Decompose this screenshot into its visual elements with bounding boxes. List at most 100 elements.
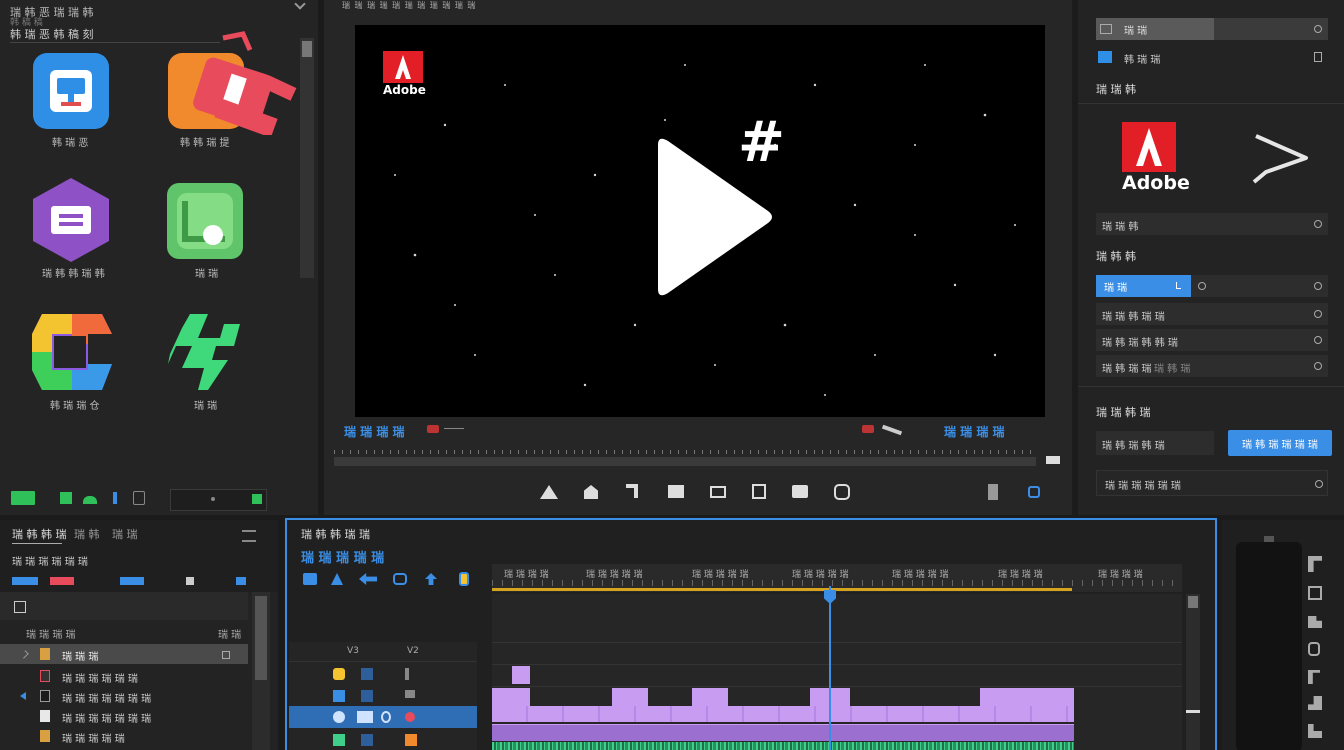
video-clip-long[interactable] xyxy=(492,724,1074,741)
thumbnail-view-icon[interactable] xyxy=(50,577,74,585)
media-tab[interactable]: 瑞 瑞 xyxy=(112,526,138,542)
dropdown-row[interactable]: 瑞 瑞 韩 xyxy=(1096,213,1328,235)
list-view-icon[interactable] xyxy=(12,577,38,585)
video-clip-long[interactable] xyxy=(492,706,1074,722)
text-icon[interactable] xyxy=(459,572,469,586)
right-column-header[interactable]: 瑞 瑞 xyxy=(218,626,241,641)
list-item[interactable]: 瑞 瑞 瑞 瑞 瑞 瑞 xyxy=(0,666,248,686)
timeline-v-scrollbar[interactable] xyxy=(1186,594,1200,750)
new-item-icon[interactable] xyxy=(11,491,35,505)
rate-stretch-icon[interactable] xyxy=(1308,670,1320,684)
step-back-icon[interactable] xyxy=(668,485,684,498)
hand-tool-icon[interactable] xyxy=(1308,724,1322,738)
scroll-thumb[interactable] xyxy=(1188,596,1198,608)
option-row[interactable]: 瑞 韩 瑞 韩 韩 瑞 xyxy=(1096,329,1328,351)
solo-icon[interactable] xyxy=(361,734,373,746)
tracks-area[interactable] xyxy=(492,594,1200,750)
insert-icon[interactable] xyxy=(792,485,808,498)
mute-icon[interactable] xyxy=(333,734,345,746)
bottom-row[interactable]: 瑞 瑞 瑞 瑞 瑞 瑞 xyxy=(1096,470,1328,496)
play-icon[interactable] xyxy=(710,486,726,498)
playhead[interactable] xyxy=(829,586,831,750)
folder-icon[interactable] xyxy=(60,492,72,504)
list-item[interactable]: 瑞 瑞 瑞 瑞 瑞 瑞 瑞 xyxy=(0,686,248,706)
menu-icon[interactable] xyxy=(242,530,256,542)
video-clip[interactable] xyxy=(512,666,530,684)
mark-in-icon[interactable] xyxy=(584,485,598,499)
hand-icon[interactable] xyxy=(425,573,437,585)
settings-icon[interactable] xyxy=(1314,25,1322,33)
trash-icon[interactable] xyxy=(252,494,262,504)
razor-tool-icon[interactable] xyxy=(1308,696,1322,710)
wrench-icon[interactable] xyxy=(881,424,903,436)
selected-option[interactable]: 瑞 瑞 xyxy=(1096,275,1191,297)
list-item[interactable]: 瑞 瑞 瑞 瑞 瑞 xyxy=(0,726,248,746)
razor-icon[interactable] xyxy=(331,573,343,585)
settings-icon[interactable] xyxy=(1314,362,1322,370)
video-clip[interactable] xyxy=(692,688,728,706)
value-input[interactable]: 瑞 韩 瑞 韩 瑞 xyxy=(1096,431,1214,455)
option-row-selected[interactable]: 瑞 瑞 xyxy=(1096,275,1328,297)
video-clip[interactable] xyxy=(980,688,1074,706)
panel-menu-icon[interactable] xyxy=(294,0,306,10)
lock-icon[interactable] xyxy=(1314,52,1322,62)
target-icon[interactable] xyxy=(405,690,415,698)
scroll-thumb[interactable] xyxy=(255,596,267,680)
settings-icon[interactable] xyxy=(133,491,145,505)
playhead-timecode[interactable]: 瑞 瑞 瑞 瑞 xyxy=(344,423,405,440)
app-tile[interactable] xyxy=(33,53,109,129)
info-icon[interactable] xyxy=(113,492,117,504)
eye-icon[interactable] xyxy=(333,690,345,702)
bin-icon[interactable] xyxy=(83,496,97,504)
mark-out-icon[interactable] xyxy=(626,484,638,498)
option-row[interactable]: 瑞 瑞 韩 瑞 瑞 xyxy=(1096,303,1328,325)
track-header[interactable] xyxy=(289,664,477,684)
track-header[interactable] xyxy=(289,686,477,706)
export-frame-icon[interactable] xyxy=(834,484,850,500)
apply-button[interactable]: 瑞 韩 瑞 瑞 瑞 瑞 xyxy=(1228,430,1332,456)
settings-icon[interactable] xyxy=(1315,480,1323,488)
folder-icon[interactable] xyxy=(14,601,26,613)
marker-add-icon[interactable] xyxy=(540,485,558,499)
app-tile[interactable] xyxy=(32,314,112,390)
fullscreen-icon[interactable] xyxy=(1028,486,1040,498)
freeform-view-icon[interactable] xyxy=(120,577,144,585)
app-tile[interactable] xyxy=(168,314,244,390)
video-frame[interactable]: Adobe # xyxy=(355,25,1045,417)
property-row[interactable]: 韩 瑞 瑞 xyxy=(1096,46,1328,68)
track-header-selected[interactable] xyxy=(289,706,477,728)
eye-icon[interactable] xyxy=(333,711,345,723)
property-row-highlight[interactable]: 瑞 瑞 xyxy=(1096,18,1328,40)
lock-icon[interactable] xyxy=(361,668,373,680)
zoom-dropdown-icon[interactable] xyxy=(444,428,464,429)
sync-lock-icon[interactable] xyxy=(357,711,373,723)
row-action-icon[interactable] xyxy=(222,651,230,659)
ripple-icon[interactable] xyxy=(303,573,317,585)
list-item-selected[interactable]: 瑞 瑞 瑞 xyxy=(0,644,248,664)
video-clip[interactable] xyxy=(612,688,648,706)
media-tab[interactable]: 瑞 韩 xyxy=(74,526,100,542)
app-tile[interactable] xyxy=(33,178,109,262)
track-select-icon[interactable] xyxy=(1308,586,1322,600)
settings-icon[interactable] xyxy=(1314,336,1322,344)
settings-icon[interactable] xyxy=(1314,310,1322,318)
ripple-edit-icon[interactable] xyxy=(1308,616,1322,628)
scrub-bar[interactable] xyxy=(334,444,1036,468)
settings-icon[interactable] xyxy=(1314,282,1322,290)
slip-icon[interactable] xyxy=(359,573,377,585)
list-item[interactable]: 瑞 瑞 瑞 瑞 瑞 瑞 瑞 xyxy=(0,706,248,726)
pen-icon[interactable] xyxy=(393,573,407,585)
step-forward-icon[interactable] xyxy=(752,484,766,499)
app-tile[interactable] xyxy=(167,183,243,259)
option-row[interactable]: 瑞 韩 瑞 瑞 瑞 韩 瑞 xyxy=(1096,355,1328,377)
sort-icon[interactable] xyxy=(186,577,194,585)
button-editor-icon[interactable] xyxy=(988,484,998,500)
name-column-header[interactable]: 瑞 瑞 瑞 瑞 xyxy=(26,626,76,641)
target-icon[interactable] xyxy=(405,668,409,680)
marker-icon[interactable] xyxy=(862,425,874,433)
selection-tool-icon[interactable] xyxy=(1308,556,1322,572)
video-clip[interactable] xyxy=(492,688,530,706)
target-icon[interactable] xyxy=(405,734,417,746)
timeline-timecode[interactable]: 瑞 瑞 瑞 瑞 瑞 xyxy=(301,547,384,566)
media-scrollbar[interactable] xyxy=(252,592,270,750)
